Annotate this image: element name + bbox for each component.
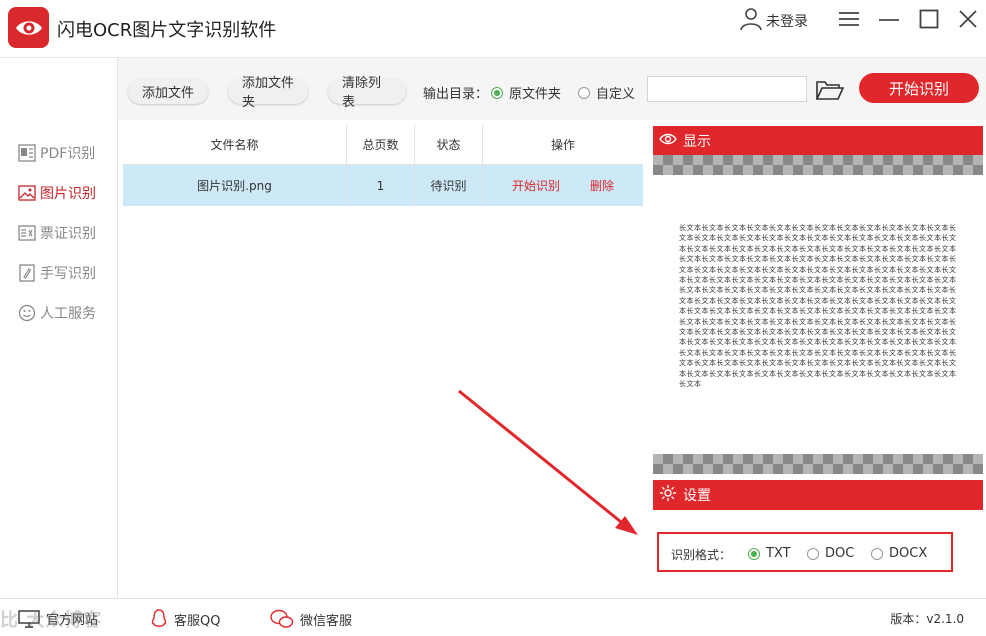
output-dir-label: 输出目录： [423, 87, 489, 102]
format-label: 识别格式： [671, 548, 732, 562]
qq-icon [151, 609, 167, 627]
browse-folder-button[interactable] [815, 78, 845, 104]
display-panel-header: 显示 [653, 126, 983, 155]
image-icon [18, 184, 36, 202]
qq-support-link[interactable]: 客服QQ [150, 609, 220, 629]
toolbar: 添加文件 添加文件夹 清除列表 输出目录： 原文件夹 自定义 开始识别 [118, 58, 986, 120]
cell-pages: 1 [347, 165, 415, 206]
ticket-icon [18, 224, 36, 242]
gear-icon [659, 484, 677, 506]
radio-icon [871, 547, 883, 560]
sidebar: PDF识别 图片识别 票证识别 手写识别 人工服务 [0, 58, 118, 598]
clear-list-button[interactable]: 清除列表 [328, 76, 406, 110]
sidebar-item-image[interactable]: 图片识别 [18, 183, 96, 203]
sidebar-item-service[interactable]: 人工服务 [18, 303, 96, 323]
header-pages: 总页数 [347, 125, 415, 164]
close-icon [959, 10, 977, 28]
menu-button[interactable] [836, 8, 862, 30]
radio-selected-icon [491, 86, 503, 99]
preview-checker-top [653, 155, 983, 175]
output-custom-option[interactable]: 自定义 [578, 83, 635, 102]
cell-filename: 图片识别.png [123, 165, 347, 206]
add-file-button[interactable]: 添加文件 [128, 78, 208, 104]
header-actions: 操作 [550, 138, 575, 152]
start-recognition-button[interactable]: 开始识别 [859, 73, 979, 103]
sidebar-item-label: 手写识别 [40, 266, 96, 282]
smile-icon [18, 304, 36, 322]
radio-icon [807, 547, 819, 560]
qq-support-label: 客服QQ [174, 613, 221, 629]
app-title: 闪电OCR图片文字识别软件 [57, 20, 277, 41]
settings-title: 设置 [683, 488, 711, 504]
preview-area: 长文本长文本长文本长文本长文本长文本长文本长文本长文本长文本长文本长文本长文本长… [653, 175, 983, 454]
maximize-icon [919, 9, 939, 29]
preview-text: 长文本长文本长文本长文本长文本长文本长文本长文本长文本长文本长文本长文本长文本长… [679, 224, 957, 389]
wechat-support-link[interactable]: 微信客服 [270, 609, 352, 629]
row-start-link[interactable]: 开始识别 [512, 177, 560, 194]
sidebar-item-label: 票证识别 [40, 226, 96, 242]
hamburger-icon [839, 12, 859, 26]
header-status: 状态 [415, 125, 483, 164]
pdf-icon [18, 144, 36, 162]
version-label: 版本：v2.1.0 [890, 612, 964, 626]
title-bar: 闪电OCR图片文字识别软件 未登录 [0, 0, 986, 58]
sidebar-item-ticket[interactable]: 票证识别 [18, 223, 96, 243]
maximize-button[interactable] [916, 8, 942, 30]
file-table: 文件名称 总页数 状态 操作 图片识别.png 1 待识别 开始识别 删除 [123, 125, 643, 206]
option-label: 原文件夹 [509, 87, 562, 102]
row-delete-link[interactable]: 删除 [590, 177, 614, 194]
settings-panel-header: 设置 [653, 480, 983, 510]
table-header: 文件名称 总页数 状态 操作 [123, 125, 643, 165]
format-label-docx: DOCX [889, 546, 928, 561]
radio-selected-icon [748, 547, 760, 560]
folder-open-icon [815, 81, 845, 100]
header-filename: 文件名称 [123, 125, 347, 164]
preview-checker-bottom [653, 454, 983, 474]
eye-icon [659, 132, 677, 150]
sidebar-item-pdf[interactable]: PDF识别 [18, 143, 95, 163]
format-option-txt[interactable]: TXT [748, 546, 791, 561]
app-logo-eye-icon [8, 7, 49, 48]
sidebar-item-label: PDF识别 [40, 146, 96, 162]
close-button[interactable] [955, 8, 981, 30]
user-icon [738, 6, 764, 36]
minimize-icon [879, 19, 899, 21]
sidebar-item-handwriting[interactable]: 手写识别 [18, 263, 96, 283]
login-label: 未登录 [766, 14, 808, 30]
display-title: 显示 [683, 133, 711, 150]
format-label-txt: TXT [766, 546, 791, 561]
login-status[interactable]: 未登录 [738, 6, 808, 36]
format-label-doc: DOC [825, 546, 855, 561]
status-bar: 官方网站 客服QQ 微信客服 版本：v2.1.0 [0, 598, 986, 636]
table-row[interactable]: 图片识别.png 1 待识别 开始识别 删除 [123, 165, 643, 206]
sidebar-item-label: 人工服务 [40, 306, 96, 322]
format-option-doc[interactable]: DOC [807, 546, 854, 561]
add-folder-button[interactable]: 添加文件夹 [228, 76, 308, 110]
watermark: 比 大众博客 [0, 610, 103, 631]
sidebar-item-label: 图片识别 [40, 186, 96, 202]
output-path-input[interactable] [647, 76, 807, 102]
format-option-docx[interactable]: DOCX [871, 546, 927, 561]
cell-status: 待识别 [415, 165, 483, 206]
wechat-icon [270, 609, 294, 628]
output-original-option[interactable]: 原文件夹 [491, 83, 561, 102]
option-label: 自定义 [596, 87, 636, 102]
radio-icon [578, 86, 590, 99]
wechat-support-label: 微信客服 [300, 613, 353, 629]
handwriting-icon [18, 264, 36, 282]
cell-actions: 开始识别 删除 [483, 165, 643, 206]
minimize-button[interactable] [876, 8, 902, 30]
